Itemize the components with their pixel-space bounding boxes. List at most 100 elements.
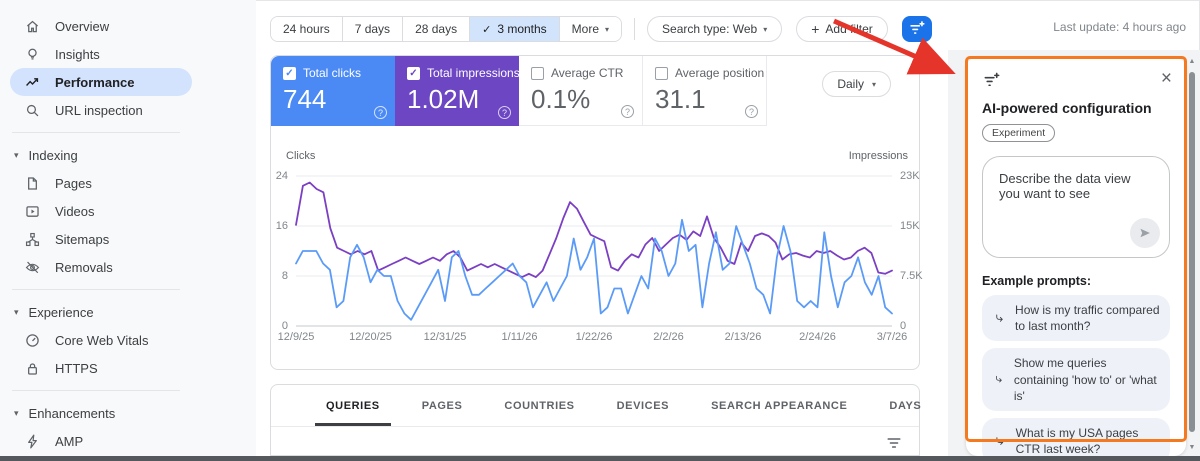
ai-prompt-input[interactable] (983, 157, 1169, 227)
performance-chart-card: Total clicks 744 Total impressions 1.02M… (270, 55, 923, 370)
granularity-dropdown[interactable]: Daily (822, 71, 891, 97)
prompt-arrow-icon (996, 314, 1003, 322)
tab-queries[interactable]: QUERIES (305, 385, 401, 426)
metric-tiles: Total clicks 744 Total impressions 1.02M… (271, 56, 919, 126)
panel-scrollbar[interactable] (1186, 58, 1198, 454)
tab-pages[interactable]: PAGES (401, 385, 484, 426)
checked-checkbox[interactable] (283, 66, 296, 80)
sidebar-item-amp[interactable]: AMP (10, 427, 192, 455)
close-icon[interactable] (1161, 71, 1172, 87)
range-28-days-button[interactable]: 28 days (402, 17, 470, 41)
total-impressions-tile[interactable]: Total impressions 1.02M (395, 56, 520, 126)
tab-search-appearance[interactable]: SEARCH APPEARANCE (690, 385, 868, 426)
tab-days[interactable]: DAYS (868, 385, 942, 426)
average-ctr-tile[interactable]: Average CTR 0.1% (519, 56, 643, 126)
help-icon[interactable] (498, 106, 511, 119)
search-icon (24, 102, 41, 119)
time-series-chart[interactable]: Clicks Impressions 24 16 8 0 23K 15K 7.5K 0 12… (276, 150, 923, 343)
ai-filter-button[interactable] (901, 16, 932, 42)
average-position-tile[interactable]: Average position 31.1 (643, 56, 767, 126)
metric-label: Total clicks (303, 66, 362, 80)
sidebar-item-https[interactable]: HTTPS (10, 354, 192, 382)
right-axis-ticks: 23K 15K 7.5K 0 (900, 168, 934, 338)
left-axis-ticks: 24 16 8 0 (264, 168, 288, 338)
chevron-down-icon (14, 307, 19, 318)
metric-value: 1.02M (407, 84, 480, 114)
sidebar-section-indexing[interactable]: Indexing (0, 141, 256, 169)
range-7-days-button[interactable]: 7 days (341, 17, 403, 41)
example-prompt-3[interactable]: What is my USA pages CTR last week? (982, 417, 1170, 461)
sidebar-item-core-web-vitals[interactable]: Core Web Vitals (10, 326, 192, 354)
scroll-up-arrow[interactable] (1186, 58, 1198, 65)
chevron-down-icon (763, 25, 767, 34)
range-more-button[interactable]: More (558, 17, 622, 41)
ai-prompt-box (982, 156, 1170, 258)
table-filter-icon[interactable] (885, 435, 903, 451)
y-tick-label: 23K (900, 170, 920, 182)
help-icon[interactable] (745, 105, 758, 118)
prompt-arrow-icon (996, 376, 1002, 383)
example-prompt-2[interactable]: Show me queries containing 'how to' or '… (982, 348, 1170, 411)
y-tick-label: 15K (900, 220, 920, 232)
example-prompt-1[interactable]: How is my traffic compared to last month… (982, 295, 1170, 342)
sidebar-item-label: Core Web Vitals (55, 332, 149, 348)
sidebar-item-performance[interactable]: Performance (10, 68, 192, 96)
total-clicks-tile[interactable]: Total clicks 744 (271, 56, 395, 126)
search-type-button[interactable]: Search type: Web (647, 16, 783, 42)
sidebar: Overview Insights Performance URL inspec… (0, 0, 256, 456)
help-icon[interactable] (621, 105, 634, 118)
sidebar-item-label: HTTPS (55, 360, 98, 376)
unchecked-checkbox[interactable] (655, 66, 668, 80)
sidebar-divider (12, 289, 180, 290)
dimension-tabs: QUERIES PAGES COUNTRIES DEVICES SEARCH A… (271, 385, 921, 427)
bolt-icon (24, 433, 41, 450)
sidebar-item-label: Videos (55, 203, 95, 219)
sidebar-item-pages[interactable]: Pages (10, 169, 192, 197)
toolbar-divider (634, 18, 636, 40)
scrollbar-thumb[interactable] (1189, 72, 1195, 432)
add-filter-button[interactable]: Add filter (796, 16, 888, 42)
sidebar-section-enhancements[interactable]: Enhancements (0, 399, 256, 427)
y-tick-label: 7.5K (900, 270, 923, 282)
left-axis-title: Clicks (286, 150, 316, 162)
sidebar-item-insights[interactable]: Insights (10, 40, 192, 68)
chevron-down-icon (872, 80, 876, 89)
unchecked-checkbox[interactable] (531, 66, 544, 80)
y-tick-label: 8 (281, 270, 288, 282)
sidebar-item-sitemaps[interactable]: Sitemaps (10, 225, 192, 253)
sidebar-item-label: Sitemaps (55, 231, 110, 247)
sidebar-item-label: Insights (55, 46, 100, 62)
removals-icon (24, 259, 41, 276)
sidebar-item-overview[interactable]: Overview (10, 12, 192, 40)
lock-icon (24, 360, 41, 377)
sidebar-item-videos[interactable]: Videos (10, 197, 192, 225)
right-axis-title: Impressions (848, 150, 908, 162)
send-button[interactable] (1130, 218, 1160, 248)
dimensions-table-card: QUERIES PAGES COUNTRIES DEVICES SEARCH A… (270, 384, 921, 456)
ai-configuration-panel: AI-powered configuration Experiment Exam… (966, 57, 1186, 461)
sidebar-item-removals[interactable]: Removals (10, 253, 192, 281)
sidebar-item-label: URL inspection (55, 102, 143, 118)
x-tick-label: 2/13/26 (724, 331, 762, 343)
sidebar-item-url-inspection[interactable]: URL inspection (10, 96, 192, 124)
ai-funnel-sparkle-icon (910, 21, 925, 34)
pages-icon (24, 175, 41, 192)
sidebar-divider (12, 390, 180, 391)
tab-countries[interactable]: COUNTRIES (483, 385, 595, 426)
metric-value: 0.1% (531, 84, 591, 114)
sidebar-item-label: Performance (55, 74, 135, 90)
sidebar-divider (12, 132, 180, 133)
metric-label: Total impressions (427, 66, 520, 80)
tab-devices[interactable]: DEVICES (596, 385, 691, 426)
help-icon[interactable] (374, 106, 387, 119)
scroll-down-arrow[interactable] (1186, 444, 1198, 451)
range-3-months-button[interactable]: 3 months (469, 17, 559, 41)
y-tick-label: 24 (275, 170, 288, 182)
sidebar-section-experience[interactable]: Experience (0, 298, 256, 326)
checked-checkbox[interactable] (407, 66, 420, 80)
sidebar-item-label: Overview (55, 18, 110, 34)
metric-value: 744 (283, 84, 327, 114)
range-24-hours-button[interactable]: 24 hours (271, 17, 342, 41)
chevron-down-icon (14, 150, 19, 161)
sidebar-item-label: Removals (55, 259, 113, 275)
